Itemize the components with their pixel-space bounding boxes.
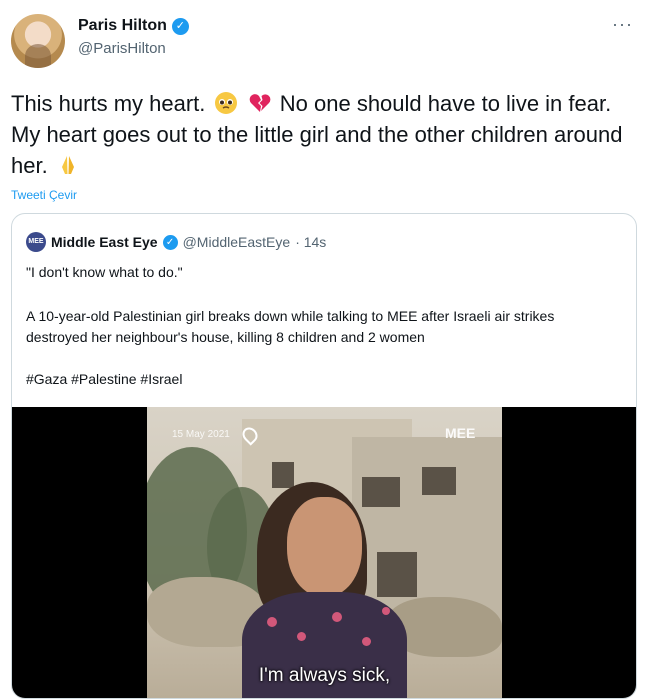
verified-badge-icon: ✓ xyxy=(162,234,178,250)
folded-hands-emoji-icon xyxy=(61,156,74,174)
video-date-stamp: 15 May 2021 xyxy=(172,429,230,440)
tweet-card: Paris Hilton ✓ @ParisHilton ··· This hur… xyxy=(0,0,653,699)
tweet-text-part1: This hurts my heart. xyxy=(11,91,206,116)
video-subtitle: I'm always sick, xyxy=(258,665,391,686)
quoted-avatar[interactable]: MEE xyxy=(26,232,46,252)
quoted-header: MEE Middle East Eye ✓ @MiddleEastEye · 1… xyxy=(26,232,326,252)
verified-badge-icon: ✓ xyxy=(171,17,189,35)
video-frame: 15 May 2021 MEE I'm always sick, xyxy=(147,407,502,698)
quoted-author-handle[interactable]: @MiddleEastEye xyxy=(183,234,291,250)
author-handle[interactable]: @ParisHilton xyxy=(78,40,166,57)
video-watermark: MEE xyxy=(445,425,476,441)
quoted-timestamp[interactable]: · 14s xyxy=(295,234,326,250)
avatar[interactable] xyxy=(11,14,65,68)
pleading-face-emoji-icon xyxy=(214,92,237,114)
author-name[interactable]: Paris Hilton xyxy=(78,17,167,35)
quoted-hashtags[interactable]: #Gaza #Palestine #Israel xyxy=(26,369,182,390)
translate-tweet-link[interactable]: Tweeti Çevir xyxy=(11,188,77,202)
tweet-text: This hurts my heart. No one should have … xyxy=(11,88,641,181)
quoted-text-line1: "I don't know what to do." xyxy=(26,264,183,280)
quoted-author-name[interactable]: Middle East Eye xyxy=(51,234,158,250)
quoted-tweet[interactable]: MEE Middle East Eye ✓ @MiddleEastEye · 1… xyxy=(11,213,637,699)
video-player[interactable]: 15 May 2021 MEE I'm always sick, xyxy=(12,407,636,698)
more-horizontal-icon[interactable]: ··· xyxy=(612,14,633,35)
quoted-text-line2: A 10-year-old Palestinian girl breaks do… xyxy=(26,308,555,345)
author-name-row: Paris Hilton ✓ xyxy=(78,17,189,35)
broken-heart-emoji-icon xyxy=(249,94,271,112)
